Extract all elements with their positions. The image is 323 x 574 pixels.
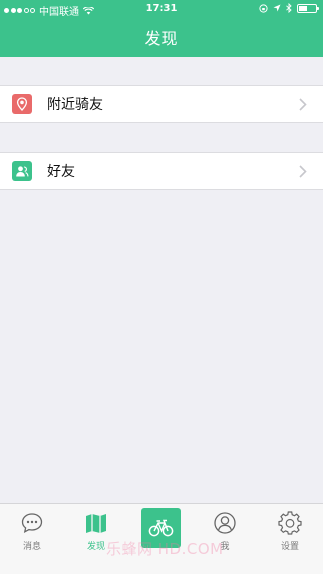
tab-settings[interactable]: 设置 xyxy=(258,504,322,574)
friends-label: 好友 xyxy=(47,164,75,180)
tab-bar: 消息 发现 我 设置 xyxy=(0,503,323,574)
status-bar: 中国联通 17:31 xyxy=(0,0,323,18)
chevron-right-icon xyxy=(291,92,315,116)
bicycle-icon xyxy=(148,519,174,537)
message-bubble-icon xyxy=(19,510,45,536)
location-pin-icon xyxy=(12,94,32,114)
location-arrow-icon xyxy=(273,4,281,12)
friends-row[interactable]: 好友 xyxy=(0,152,323,190)
navigation-header: 中国联通 17:31 发现 xyxy=(0,0,323,57)
profile-icon xyxy=(212,510,238,536)
tab-me-label: 我 xyxy=(220,542,230,552)
battery-icon xyxy=(297,3,319,13)
status-right xyxy=(259,3,319,13)
tab-me[interactable]: 我 xyxy=(193,504,257,574)
nearby-riders-row[interactable]: 附近骑友 xyxy=(0,85,323,123)
gear-icon xyxy=(277,510,303,536)
tab-discover[interactable]: 发现 xyxy=(64,504,128,574)
tab-settings-label: 设置 xyxy=(280,542,299,552)
tab-discover-label: 发现 xyxy=(86,542,105,552)
rotation-lock-icon xyxy=(259,3,268,13)
nearby-riders-label: 附近骑友 xyxy=(47,97,103,113)
page-title: 发现 xyxy=(144,29,179,48)
chevron-right-icon xyxy=(291,159,315,183)
tab-messages[interactable]: 消息 xyxy=(0,504,64,574)
bluetooth-icon xyxy=(286,3,292,13)
map-icon xyxy=(83,510,109,536)
tab-messages-label: 消息 xyxy=(22,542,41,552)
friends-icon xyxy=(12,161,32,181)
tab-ride[interactable] xyxy=(141,508,181,548)
app-screen: 中国联通 17:31 发现 附近骑友 好友 消息 发现 我 设置 乐蜂网 HD.… xyxy=(0,0,323,574)
